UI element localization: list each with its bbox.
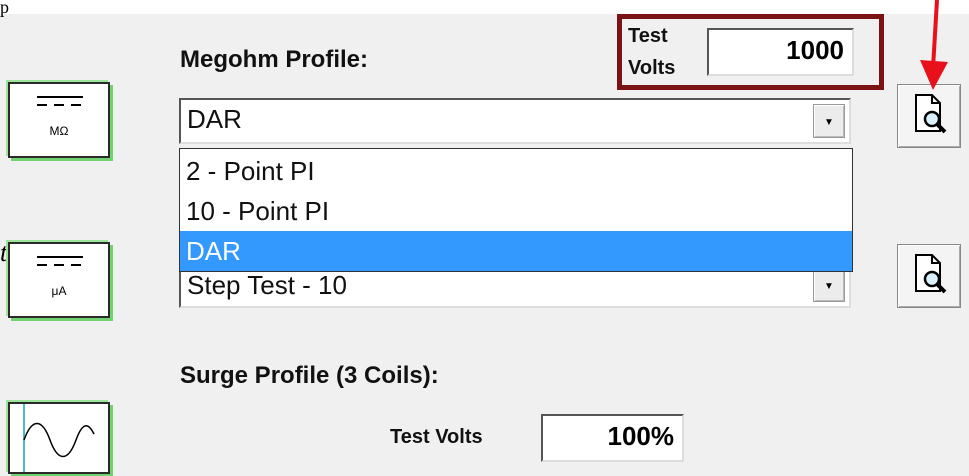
surge-test-volts-input[interactable]: 100% <box>541 414 684 462</box>
test-volts-input[interactable]: 1000 <box>707 28 854 76</box>
megohm-dropdown-list[interactable]: 2 - Point PI 10 - Point PI DAR <box>179 148 853 272</box>
dc-symbol-icon <box>10 244 108 316</box>
magnifier-document-icon <box>915 94 947 134</box>
surge-meter-button[interactable] <box>8 402 110 474</box>
chevron-down-icon: ▼ <box>824 117 834 128</box>
dc-symbol-icon <box>10 84 108 156</box>
megohm-profile-combo[interactable]: DAR <box>179 98 851 144</box>
meter-unit-label: MΩ <box>49 124 69 138</box>
sine-wave-icon <box>23 404 95 472</box>
surge-profile-title: Surge Profile (3 Coils): <box>180 362 439 389</box>
megohm-dropdown-button[interactable]: ▼ <box>813 104 845 138</box>
second-view-button[interactable] <box>897 244 961 308</box>
chevron-down-icon: ▼ <box>824 281 834 292</box>
microamp-meter-button[interactable]: μA <box>8 242 110 318</box>
dropdown-option[interactable]: 10 - Point PI <box>180 191 852 231</box>
test-volts-label-line2: Volts <box>628 57 676 79</box>
red-arrow-annotation <box>920 0 948 90</box>
second-dropdown-button[interactable]: ▼ <box>813 268 845 302</box>
megohm-view-button[interactable] <box>897 84 961 148</box>
top-strip <box>0 0 969 14</box>
clipped-heading-text: p <box>0 0 9 17</box>
surge-test-volts-label: Test Volts <box>390 426 483 448</box>
test-volts-label-line1: Test <box>628 25 668 47</box>
dropdown-option[interactable]: 2 - Point PI <box>180 151 852 191</box>
magnifier-document-icon <box>915 254 947 294</box>
combo-selected-value: Step Test - 10 <box>187 270 347 300</box>
combo-selected-value: DAR <box>187 104 242 134</box>
megohm-meter-button[interactable]: MΩ <box>8 82 110 158</box>
clipped-side-text: t <box>0 238 8 267</box>
dropdown-option-selected[interactable]: DAR <box>180 231 852 271</box>
megohm-profile-title: Megohm Profile: <box>180 46 369 73</box>
meter-unit-label: μA <box>51 284 67 298</box>
